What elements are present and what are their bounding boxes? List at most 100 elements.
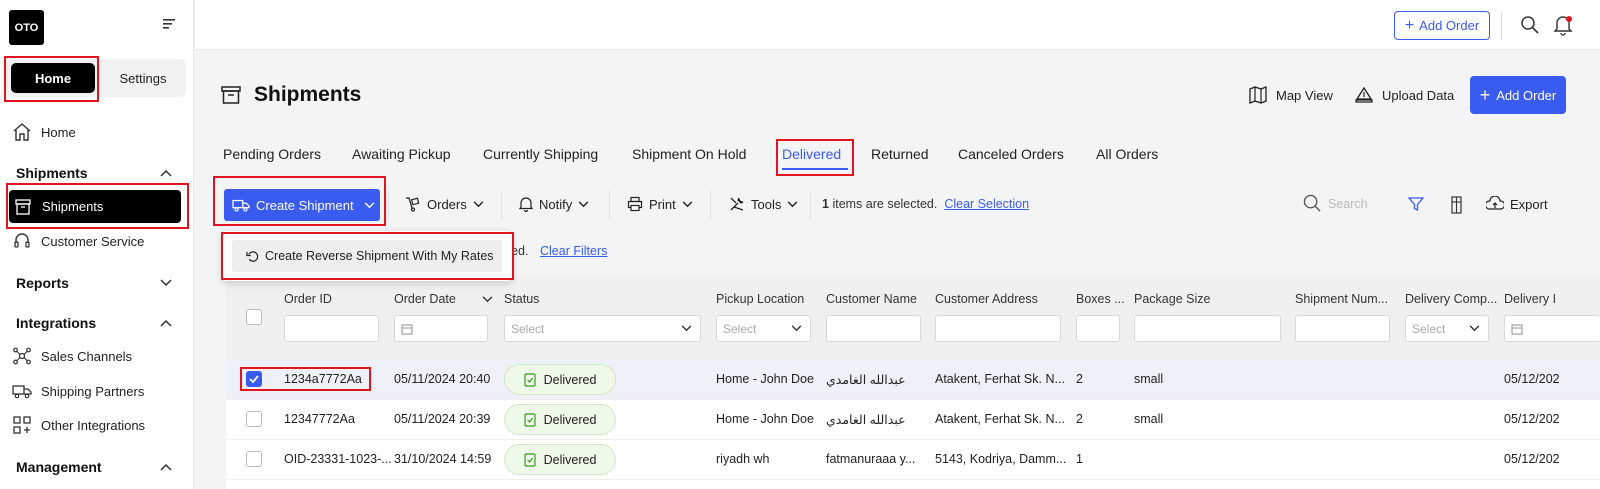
notify-menu-button[interactable]: Notify	[519, 196, 589, 212]
delivery-date-filter-input[interactable]	[1504, 315, 1600, 342]
order-date-cell: 05/11/2024 20:40	[394, 372, 491, 386]
map-icon	[1248, 85, 1268, 105]
orders-menu-button[interactable]: Orders	[405, 196, 484, 212]
section-reports[interactable]: Reports	[16, 275, 172, 291]
column-header-package-size[interactable]: Package Size	[1134, 292, 1210, 306]
upload-data-button[interactable]: Upload Data	[1354, 85, 1454, 105]
map-view-button[interactable]: Map View	[1248, 85, 1333, 105]
column-header-shipment-number[interactable]: Shipment Num...	[1295, 292, 1388, 306]
row-checkbox[interactable]	[246, 371, 262, 387]
search-field[interactable]: Search	[1303, 194, 1368, 213]
status-filter-select[interactable]: Select	[504, 315, 701, 342]
sidebar-item-customer-service[interactable]: Customer Service	[12, 228, 144, 254]
printer-icon	[627, 196, 643, 212]
column-header-pickup-location[interactable]: Pickup Location	[716, 292, 804, 306]
calendar-icon	[1511, 323, 1523, 335]
create-shipment-dropdown: Create Reverse Shipment With My Rates	[222, 231, 512, 281]
home-segment-button[interactable]: Home	[11, 63, 95, 93]
sidebar-item-label: Home	[41, 124, 76, 140]
tab-shipment-on-hold[interactable]: Shipment On Hold	[632, 146, 746, 162]
order-id-cell[interactable]: 1234a7772Aa	[284, 372, 362, 386]
order-id-cell[interactable]: OID-23331-1023-...	[284, 452, 392, 466]
add-order-button[interactable]: + Add Order	[1470, 76, 1566, 114]
tab-canceled-orders[interactable]: Canceled Orders	[958, 146, 1064, 162]
tab-delivered[interactable]: Delivered	[782, 146, 841, 162]
section-shipments[interactable]: Shipments	[16, 165, 172, 181]
table-row[interactable]: OID-23331-1023-... 31/10/2024 14:59 Deli…	[226, 440, 1600, 480]
column-header-status[interactable]: Status	[504, 292, 539, 306]
row-checkbox[interactable]	[246, 451, 262, 467]
create-shipment-button[interactable]: Create Shipment	[224, 189, 380, 221]
customer-name-filter-input[interactable]	[826, 315, 921, 342]
menu-toggle-icon[interactable]	[163, 18, 177, 30]
select-placeholder: Select	[723, 321, 757, 336]
delivery-date-cell: 05/12/202	[1504, 412, 1560, 426]
oto-logo[interactable]: OTO	[9, 10, 44, 45]
order-id-cell[interactable]: 12347772Aa	[284, 412, 355, 426]
select-placeholder: Select	[1412, 321, 1446, 336]
clear-filters-link[interactable]: Clear Filters	[540, 244, 607, 258]
tab-returned[interactable]: Returned	[871, 146, 929, 162]
column-header-boxes[interactable]: Boxes ...	[1076, 292, 1125, 306]
document-check-icon	[523, 452, 536, 467]
column-header-order-date[interactable]: Order Date	[394, 292, 456, 306]
select-placeholder: Select	[511, 321, 545, 336]
bell-icon[interactable]	[1553, 14, 1573, 36]
search-icon[interactable]	[1520, 15, 1540, 35]
upload-cloud-icon	[1354, 85, 1374, 105]
selected-suffix: items are selected.	[832, 197, 938, 211]
order-id-filter-input[interactable]	[284, 315, 379, 342]
shipments-table: Order ID Order Date Status Pickup Locati…	[226, 276, 1600, 489]
print-menu-button[interactable]: Print	[627, 196, 693, 212]
order-date-filter-input[interactable]	[394, 315, 488, 342]
headset-icon	[12, 231, 32, 251]
sidebar-item-label: Other Integrations	[41, 417, 146, 433]
create-reverse-shipment-menu-item[interactable]: Create Reverse Shipment With My Rates	[232, 240, 502, 272]
column-header-delivery-company[interactable]: Delivery Comp...	[1405, 292, 1497, 306]
column-header-delivery-date[interactable]: Delivery I	[1504, 292, 1556, 306]
section-management[interactable]: Management	[16, 459, 172, 475]
delivery-company-filter-select[interactable]: Select	[1405, 315, 1489, 342]
sidebar-item-shipping-partners[interactable]: Shipping Partners	[12, 378, 144, 404]
table-row[interactable]: 12347772Aa 05/11/2024 20:39 Delivered Ho…	[226, 400, 1600, 440]
tab-pending-orders[interactable]: Pending Orders	[223, 146, 321, 162]
search-input[interactable]: Search	[1328, 197, 1368, 211]
customer-address-filter-input[interactable]	[935, 315, 1061, 342]
clear-selection-link[interactable]: Clear Selection	[944, 197, 1029, 211]
column-header-order-id[interactable]: Order ID	[284, 292, 332, 306]
sidebar-item-shipments[interactable]: Shipments	[9, 190, 181, 223]
shipment-number-filter-input[interactable]	[1295, 315, 1390, 342]
tab-currently-shipping[interactable]: Currently Shipping	[483, 146, 598, 162]
tab-awaiting-pickup[interactable]: Awaiting Pickup	[352, 146, 451, 162]
row-checkbox[interactable]	[246, 411, 262, 427]
boxes-filter-input[interactable]	[1076, 315, 1120, 342]
sidebar-item-home[interactable]: Home	[12, 119, 76, 145]
tools-menu-button[interactable]: Tools	[729, 196, 798, 212]
boxes-cell: 2	[1076, 372, 1083, 386]
package-size-filter-input[interactable]	[1134, 315, 1281, 342]
tab-all-orders[interactable]: All Orders	[1096, 146, 1158, 162]
columns-icon[interactable]	[1449, 196, 1465, 214]
home-settings-switch: Home Settings	[6, 59, 186, 97]
pickup-filter-select[interactable]: Select	[716, 315, 811, 342]
settings-segment-button[interactable]: Settings	[103, 63, 183, 93]
filter-icon[interactable]	[1408, 196, 1424, 212]
column-header-customer-address[interactable]: Customer Address	[935, 292, 1038, 306]
customer-address-cell: Atakent, Ferhat Sk. N...	[935, 372, 1065, 386]
topbar-add-order-button[interactable]: + Add Order	[1394, 11, 1490, 40]
chevron-down-icon	[681, 325, 692, 332]
sidebar-item-sales-channels[interactable]: Sales Channels	[12, 343, 132, 369]
select-all-checkbox[interactable]	[246, 309, 262, 325]
pickup-cell: riyadh wh	[716, 452, 770, 466]
divider	[1501, 12, 1502, 40]
order-date-cell: 31/10/2024 14:59	[394, 452, 492, 466]
column-header-customer-name[interactable]: Customer Name	[826, 292, 917, 306]
button-label: Create Shipment	[256, 197, 354, 213]
status-text: Delivered	[543, 372, 597, 387]
network-icon	[12, 346, 32, 366]
table-row[interactable]: 1234a7772Aa 05/11/2024 20:40 Delivered H…	[226, 360, 1600, 400]
export-button[interactable]: Export	[1486, 196, 1548, 212]
section-integrations[interactable]: Integrations	[16, 315, 172, 331]
sidebar-item-other-integrations[interactable]: Other Integrations	[12, 412, 145, 438]
sort-chevron-icon[interactable]	[482, 296, 493, 303]
